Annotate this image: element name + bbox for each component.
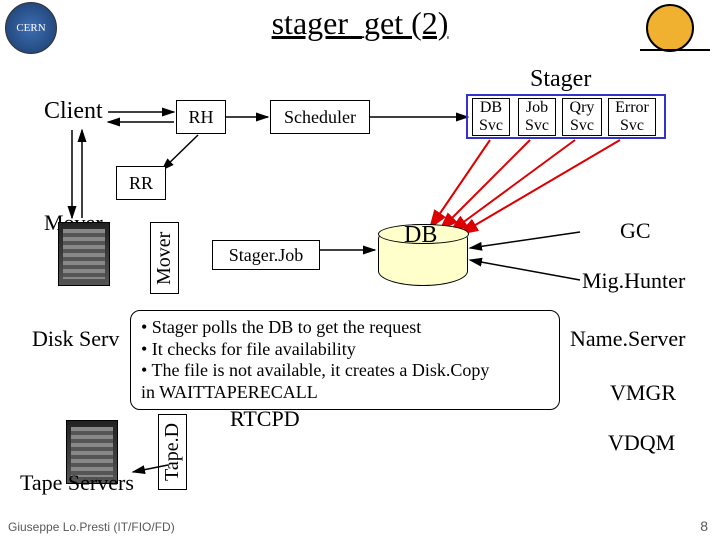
mighunter-label: Mig.Hunter: [582, 268, 685, 294]
callout-box: • Stager polls the DB to get the request…: [130, 310, 560, 410]
vmgr-label: VMGR: [610, 380, 676, 406]
mascot-logo: [646, 4, 694, 52]
callout-line-1: • Stager polls the DB to get the request: [141, 317, 549, 339]
qry-svc-box: Qry Svc: [562, 98, 602, 136]
disk-server-image: [58, 222, 110, 286]
error-svc-box: Error Svc: [608, 98, 656, 136]
slide-title: stager_get (2): [0, 5, 720, 42]
rtcpd-label: RTCPD: [230, 406, 300, 432]
job-svc-box: Job Svc: [518, 98, 556, 136]
rr-box: RR: [116, 166, 166, 200]
scheduler-box: Scheduler: [270, 100, 370, 134]
gc-label: GC: [620, 218, 651, 244]
nameserver-label: Name.Server: [570, 326, 685, 352]
cern-logo: CERN: [5, 2, 57, 54]
footer-author: Giuseppe Lo.Presti (IT/FIO/FD): [8, 520, 175, 534]
callout-line-4: in WAITTAPERECALL: [141, 382, 549, 404]
callout-line-2: • It checks for file availability: [141, 339, 549, 361]
client-label: Client: [44, 98, 103, 125]
tape-vertical-box: Tape.D: [158, 414, 187, 490]
stager-heading: Stager: [530, 66, 591, 93]
rh-box: RH: [176, 100, 226, 134]
tape-servers-label: Tape Servers: [20, 470, 134, 496]
db-svc-box: DB Svc: [472, 98, 510, 136]
logo-underline: [640, 49, 710, 51]
stagerjob-box: Stager.Job: [212, 240, 320, 270]
db-label: DB: [404, 222, 437, 249]
callout-line-3: • The file is not available, it creates …: [141, 360, 549, 382]
vdqm-label: VDQM: [608, 430, 675, 456]
disk-servers-label: Disk Serv: [32, 326, 119, 352]
mover-vertical-box: Mover: [150, 222, 179, 294]
page-number: 8: [700, 518, 708, 534]
